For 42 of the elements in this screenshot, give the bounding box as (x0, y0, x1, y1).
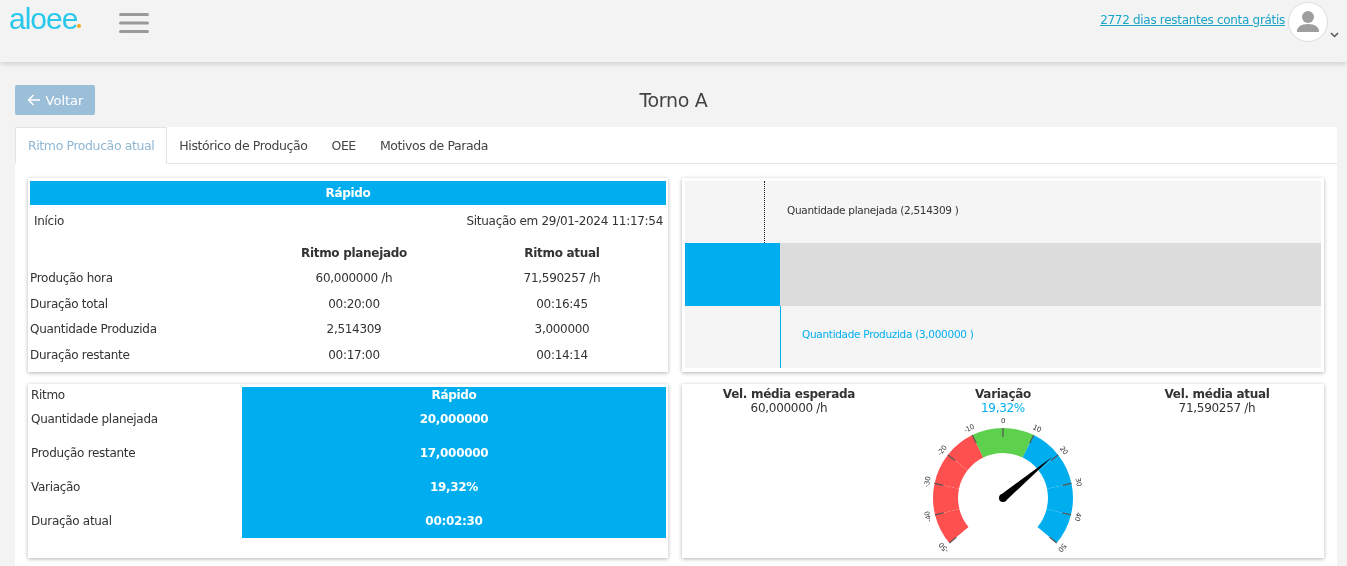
column-header: Ritmo planejado (299, 245, 408, 260)
table-cell-text: 00:20:00 (327, 296, 381, 311)
stat-label: Vel. média atual (1164, 387, 1270, 401)
column-header: Ritmo atual (523, 245, 601, 260)
row-label: Quantidade planejada (30, 411, 159, 428)
value-cell: 17,000000 (242, 436, 666, 470)
row-label: Variação (30, 479, 82, 496)
table-cell-text: 60,000000 /h (314, 271, 394, 286)
logo: aloee (9, 2, 82, 36)
row-label: Quantidade Produzida (30, 322, 158, 337)
stat-label: Vel. média esperada (722, 387, 856, 401)
row-label: Produção restante (30, 445, 137, 462)
table-cell-text: 2,514309 (325, 322, 383, 337)
stat-value: 19,32% (981, 401, 1025, 415)
row-label: Duração total (30, 296, 109, 311)
start-label: Início (34, 214, 64, 230)
table-cell-text: 3,000000 (533, 322, 591, 337)
value-cell: 19,32% (242, 470, 666, 504)
table-cell-text: 00:14:14 (535, 347, 589, 362)
caret-icon[interactable] (1330, 32, 1339, 38)
menu-icon[interactable] (119, 12, 150, 34)
stat-value: 60,000000 /h (750, 401, 828, 415)
status-bar: Rápido (30, 181, 666, 205)
table-cell-text: 00:16:45 (535, 296, 589, 311)
planned-label: Quantidade planejada (2,514309 ) (787, 204, 959, 216)
table-cell-text: 00:17:00 (327, 347, 381, 362)
page-title: Torno A (639, 88, 708, 113)
row-label: Duração atual (30, 513, 113, 530)
arrow-left-icon (26, 94, 41, 106)
produced-marker-line (780, 306, 782, 368)
produced-label: Quantidade Produzida (3,000000 ) (802, 328, 974, 340)
gauge-needle (999, 457, 1053, 502)
table-cell-text: 71,590257 /h (522, 271, 602, 286)
value-cell: 20,000000 (242, 402, 666, 436)
stat-value: 71,590257 /h (1178, 401, 1256, 415)
row-label: Produção hora (30, 271, 114, 286)
row-label: Duração restante (30, 347, 131, 362)
situation-text: Situação em 29/01-2024 11:17:54 (466, 214, 663, 230)
value-cell: Rápido (242, 387, 666, 402)
value-cell: 00:02:30 (242, 504, 666, 538)
stat-label: Variação (975, 387, 1031, 401)
row-label: Ritmo (30, 387, 66, 402)
